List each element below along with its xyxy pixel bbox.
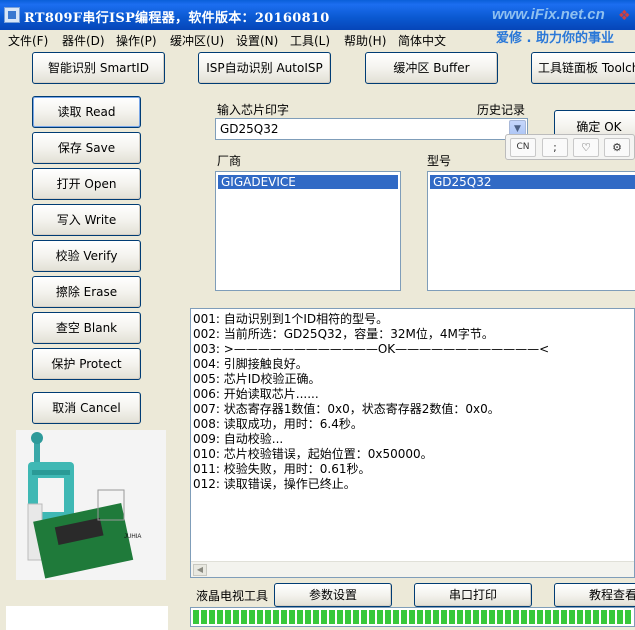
log-line: 005: 芯片ID校验正确。 [193,372,321,386]
blank-button[interactable]: 查空 Blank [32,312,141,344]
verify-button[interactable]: 校验 Verify [32,240,141,272]
log-line: 011: 校验失败，用时：0.61秒。 [193,462,371,476]
smartid-button[interactable]: 智能识别 SmartID [32,52,165,84]
menu-settings[interactable]: 设置(N) [236,32,278,49]
menu-language[interactable]: 简体中文 [398,32,446,49]
log-line: 004: 引脚接触良好。 [193,357,308,371]
erase-button[interactable]: 擦除 Erase [32,276,141,308]
menu-help[interactable]: 帮助(H) [344,32,386,49]
log-line: 001: 自动识别到1个ID相符的型号。 [193,312,389,326]
open-button[interactable]: 打开 Open [32,168,141,200]
slogan: 爱修 . 助力你的事业 [496,31,614,46]
svg-text:JUHIA: JUHIA [124,534,141,540]
write-button[interactable]: 写入 Write [32,204,141,236]
menu-device[interactable]: 器件(D) [62,32,105,49]
title-bar: RT809F串行ISP编程器，软件版本：20160810 www.iFix.ne… [0,0,635,30]
app-icon [4,7,20,23]
floating-toolbar: CN ; ♡ ⚙ [505,134,635,160]
save-button[interactable]: 保存 Save [32,132,141,164]
serial-print-button[interactable]: 串口打印 [414,583,532,607]
log-line: 008: 读取成功，用时：6.4秒。 [193,417,363,431]
watermark-logo-icon: ❖ [618,8,631,24]
menu-operation[interactable]: 操作(P) [116,32,157,49]
gear-icon[interactable]: ⚙ [604,138,630,157]
buffer-button[interactable]: 缓冲区 Buffer [365,52,498,84]
menu-tools[interactable]: 工具(L) [290,32,330,49]
log-line: 007: 状态寄存器1数值：0x0，状态寄存器2数值：0x0。 [193,402,500,416]
chip-input-combo[interactable]: GD25Q32 ▼ [215,118,528,140]
autoisp-button[interactable]: ISP自动识别 AutoISP [198,52,331,84]
log-line: 010: 芯片校验错误，起始位置：0x50000。 [193,447,433,461]
lang-cn-button[interactable]: CN [510,138,536,157]
log-line: 002: 当前所选：GD25Q32，容量：32M位，4M字节。 [193,327,494,341]
read-button[interactable]: 读取 Read [32,96,141,128]
chip-socket-image: JUHIA [16,430,166,580]
params-button[interactable]: 参数设置 [274,583,392,607]
history-label: 历史记录 [477,103,526,117]
chip-input-label: 输入芯片印字 [217,103,290,117]
progress-fill [193,610,632,624]
protect-button[interactable]: 保护 Protect [32,348,141,380]
punctuation-icon[interactable]: ; [542,138,568,157]
menu-file[interactable]: 文件(F) [8,32,48,49]
tutorial-button[interactable]: 教程查看 [554,583,635,607]
left-blank-area [6,606,168,630]
heart-icon[interactable]: ♡ [573,138,599,157]
log-line: 006: 开始读取芯片...... [193,387,319,401]
model-list-item[interactable]: GD25Q32 [430,175,635,189]
window-title: RT809F串行ISP编程器，软件版本：20160810 [24,11,330,26]
chip-input-value[interactable]: GD25Q32 [220,122,279,136]
model-label: 型号 [427,154,452,168]
vendor-list[interactable]: GIGADEVICE [215,171,401,291]
log-line: 003: >————————————OK————————————< [193,342,550,356]
scroll-left-icon[interactable]: ◀ [193,564,207,576]
log-horizontal-scrollbar[interactable]: ◀ [191,561,634,577]
cancel-button[interactable]: 取消 Cancel [32,392,141,424]
toolchain-button[interactable]: 工具链面板 Toolchain [531,52,635,84]
lcd-tool-label: 液晶电视工具 [196,589,269,603]
menu-buffer[interactable]: 缓冲区(U) [170,32,224,49]
model-list[interactable]: GD25Q32 [427,171,635,291]
log-line: 012: 读取错误，操作已终止。 [193,477,356,491]
watermark: www.iFix.net.cn [492,6,605,23]
log-line: 009: 自动校验... [193,432,284,446]
log-output[interactable]: 001: 自动识别到1个ID相符的型号。 002: 当前所选：GD25Q32，容… [190,308,635,578]
vendor-label: 厂商 [217,154,242,168]
progress-bar [190,607,635,627]
vendor-list-item[interactable]: GIGADEVICE [218,175,398,189]
